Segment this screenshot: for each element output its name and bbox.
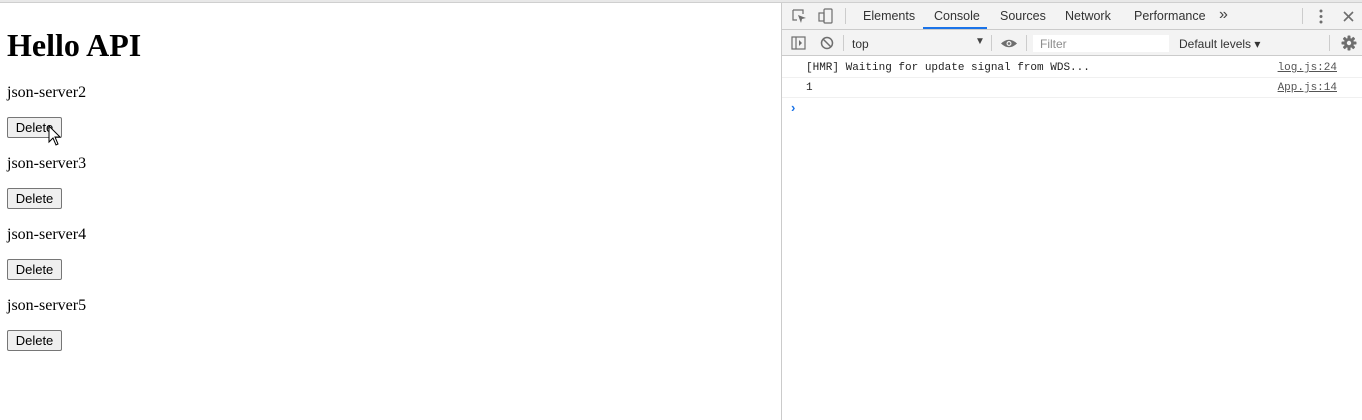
page-heading: Hello API	[7, 27, 142, 63]
item-name: json-server2	[7, 84, 87, 101]
console-toolbar: top ▼ Default levels ▾	[782, 30, 1362, 56]
context-select[interactable]: top	[852, 37, 869, 51]
item-name: json-server4	[7, 226, 87, 243]
show-sidebar-icon[interactable]	[791, 36, 806, 50]
live-expression-icon[interactable]	[1000, 38, 1018, 49]
item-name: json-server3	[7, 155, 87, 172]
delete-button[interactable]: Delete	[7, 188, 62, 209]
log-levels-dropdown[interactable]: Default levels ▾	[1179, 37, 1260, 51]
divider	[843, 35, 844, 51]
devtools-tab-bar: Elements Console Sources Network Perform…	[782, 3, 1362, 30]
close-icon[interactable]	[1343, 11, 1354, 22]
active-tab-indicator	[923, 27, 987, 29]
inspect-element-icon[interactable]	[792, 9, 807, 24]
console-message-text: 1	[806, 82, 813, 94]
console-source-link[interactable]: log.js:24	[1278, 62, 1337, 74]
console-message-text: [HMR] Waiting for update signal from WDS…	[806, 62, 1090, 74]
console-source-link[interactable]: App.js:14	[1278, 82, 1337, 94]
chevron-down-icon[interactable]: ▼	[975, 36, 985, 47]
delete-button[interactable]: Delete	[7, 330, 62, 351]
more-tabs-button[interactable]: »	[1219, 6, 1228, 26]
kebab-menu-icon[interactable]	[1318, 9, 1324, 24]
divider	[1329, 35, 1330, 51]
divider	[991, 35, 992, 51]
web-page: Hello API json-server2 Delete json-serve…	[0, 3, 781, 420]
tab-performance[interactable]: Performance	[1134, 9, 1206, 29]
console-prompt[interactable]: ›	[791, 100, 795, 115]
filter-input[interactable]	[1033, 35, 1169, 52]
clear-console-icon[interactable]	[820, 36, 834, 50]
devtools-panel: Elements Console Sources Network Perform…	[781, 3, 1362, 420]
tab-elements[interactable]: Elements	[863, 9, 915, 29]
device-toolbar-icon[interactable]	[818, 8, 834, 24]
console-message: 1 App.js:14	[782, 78, 1362, 98]
tab-network[interactable]: Network	[1065, 9, 1111, 29]
tab-sources[interactable]: Sources	[1000, 9, 1046, 29]
gear-icon[interactable]	[1341, 35, 1357, 51]
tab-console[interactable]: Console	[934, 9, 980, 29]
mouse-cursor-icon	[48, 125, 62, 146]
divider	[1026, 35, 1027, 51]
delete-button[interactable]: Delete	[7, 259, 62, 280]
divider	[845, 8, 846, 24]
divider	[1302, 8, 1303, 24]
console-message: [HMR] Waiting for update signal from WDS…	[782, 58, 1362, 78]
item-name: json-server5	[7, 297, 87, 314]
